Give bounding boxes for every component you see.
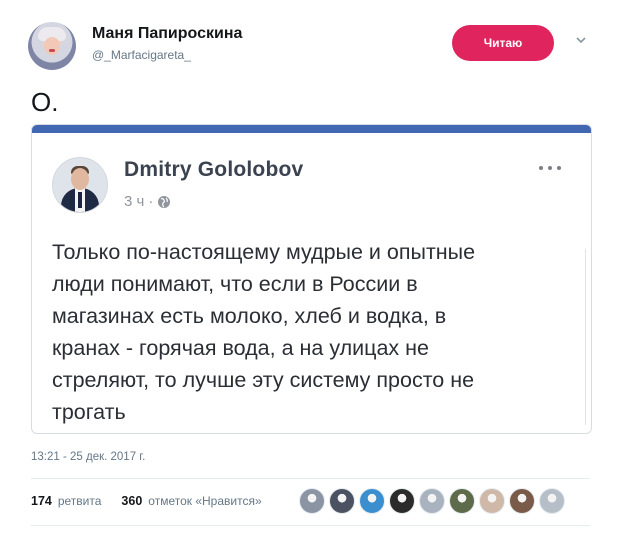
globe-icon (158, 195, 171, 208)
liker-avatar[interactable] (539, 488, 565, 514)
tweet-stats: 174 ретвита 360 отметок «Нравится» (31, 494, 262, 508)
like-count[interactable]: 360 (121, 494, 142, 508)
liker-avatar[interactable] (299, 488, 325, 514)
facebook-post-text: Только по-настоящему мудрые и опытные лю… (52, 240, 476, 424)
stats-bottom-divider (31, 525, 590, 526)
liker-avatar[interactable] (389, 488, 415, 514)
following-button[interactable]: Читаю (452, 25, 554, 61)
tweet-author-name[interactable]: Маня Папироскина (92, 25, 242, 43)
tweet-author-avatar[interactable] (28, 22, 76, 70)
liker-avatar[interactable] (419, 488, 445, 514)
facebook-post-meta: 3 ч · (124, 193, 171, 210)
liker-avatar[interactable] (359, 488, 385, 514)
facebook-author-name: Dmitry Gololobov (124, 158, 304, 181)
tweet-text: О. (31, 87, 59, 117)
like-label[interactable]: отметок «Нравится» (148, 494, 261, 508)
facebook-scrollbar-edge (585, 249, 590, 425)
facebook-top-bar (32, 125, 591, 133)
liker-avatar[interactable] (449, 488, 475, 514)
tweet-author-handle[interactable]: @_Marfacigareta_ (92, 48, 191, 62)
facebook-post-time: 3 ч (124, 193, 145, 210)
retweet-count[interactable]: 174 (31, 494, 52, 508)
liker-avatar[interactable] (329, 488, 355, 514)
facebook-screenshot[interactable]: Dmitry Gololobov 3 ч · Только по-настоящ… (31, 124, 592, 434)
facebook-meta-separator: · (148, 193, 154, 210)
chevron-down-icon[interactable] (575, 35, 587, 45)
likers-avatars (299, 488, 565, 514)
retweet-label[interactable]: ретвита (58, 494, 102, 508)
stats-top-divider (31, 478, 590, 479)
tweet-timestamp[interactable]: 13:21 - 25 дек. 2017 г. (31, 451, 145, 463)
liker-avatar[interactable] (509, 488, 535, 514)
more-options-icon (539, 166, 561, 170)
facebook-author-avatar (52, 157, 108, 213)
liker-avatar[interactable] (479, 488, 505, 514)
